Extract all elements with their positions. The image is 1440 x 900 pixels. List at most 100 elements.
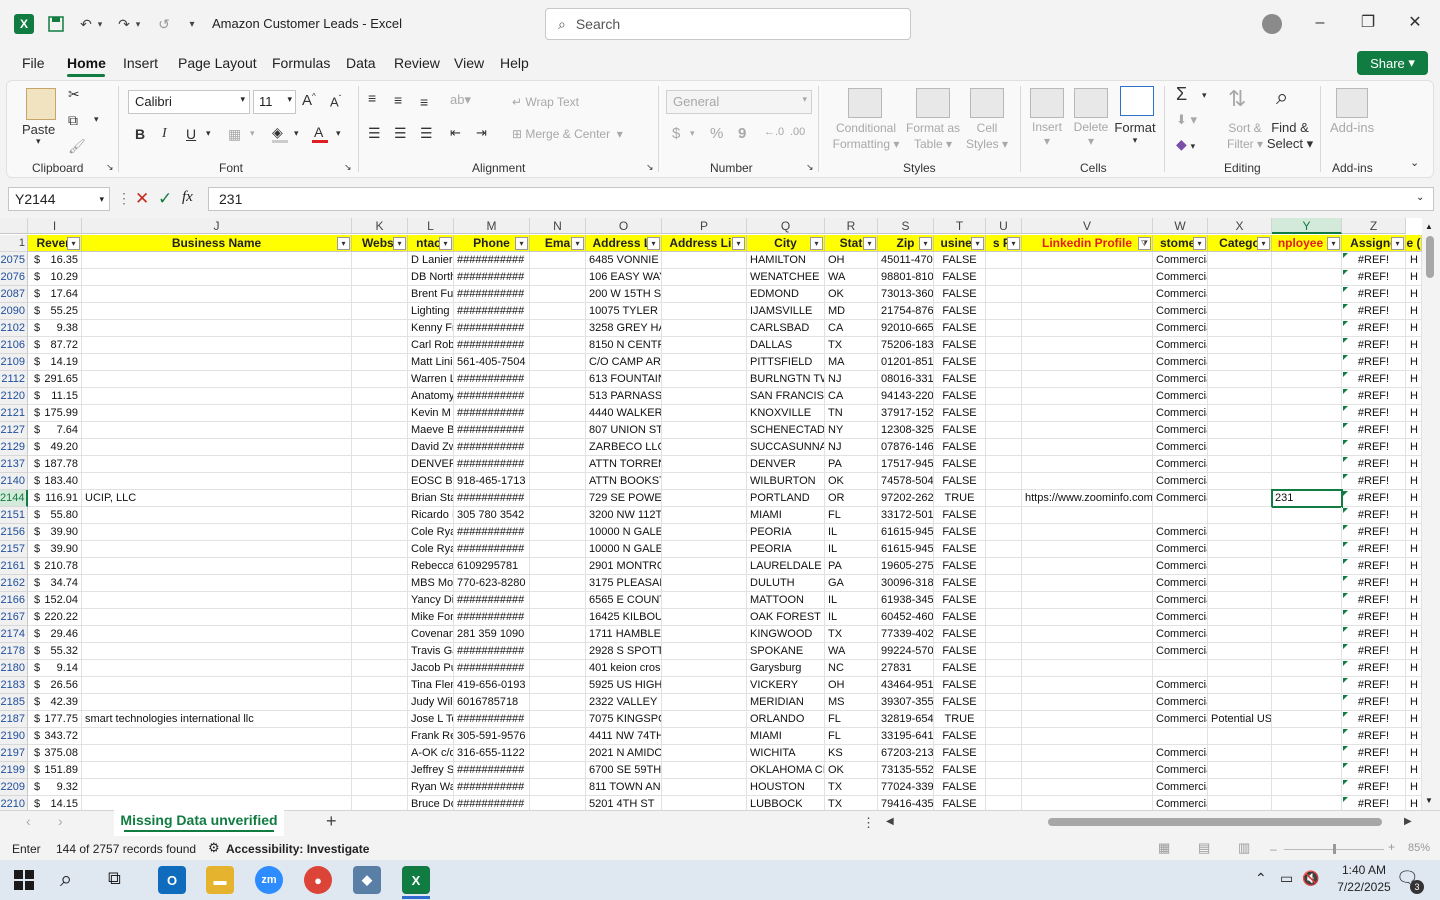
table-cell[interactable]: 6700 SE 59TH ST bbox=[586, 762, 662, 779]
table-cell[interactable] bbox=[1022, 286, 1153, 303]
table-cell[interactable] bbox=[662, 609, 747, 626]
table-cell[interactable]: #REF! bbox=[1342, 762, 1406, 779]
table-cell[interactable] bbox=[986, 354, 1022, 371]
table-cell[interactable] bbox=[986, 371, 1022, 388]
table-cell[interactable] bbox=[1022, 524, 1153, 541]
table-cell[interactable] bbox=[986, 439, 1022, 456]
table-cell[interactable]: #REF! bbox=[1342, 303, 1406, 320]
table-cell[interactable] bbox=[82, 286, 352, 303]
table-cell[interactable]: 6565 E COUNTY ROAD 1000N bbox=[586, 592, 662, 609]
table-cell[interactable]: Tina Flem bbox=[408, 677, 454, 694]
table-cell[interactable]: Matt Linic bbox=[408, 354, 454, 371]
table-cell[interactable] bbox=[352, 779, 408, 796]
table-cell[interactable] bbox=[662, 558, 747, 575]
table-cell[interactable]: TX bbox=[825, 337, 878, 354]
zoom-out-icon[interactable]: – bbox=[1270, 842, 1277, 856]
table-cell[interactable]: CA bbox=[825, 320, 878, 337]
table-cell[interactable]: 08016-3318 bbox=[878, 371, 934, 388]
table-cell[interactable]: HAMILTON bbox=[747, 252, 825, 269]
table-cell[interactable]: Commercial bbox=[1153, 796, 1208, 810]
number-launcher-icon[interactable]: ↘ bbox=[806, 162, 814, 173]
table-cell[interactable]: TRUE bbox=[934, 490, 986, 507]
table-cell[interactable]: FALSE bbox=[934, 796, 986, 810]
table-cell[interactable]: Commercial bbox=[1153, 609, 1208, 626]
table-cell[interactable] bbox=[82, 337, 352, 354]
align-center-icon[interactable]: ☰ bbox=[394, 125, 407, 142]
table-cell[interactable]: LUBBOCK bbox=[747, 796, 825, 810]
table-cell[interactable]: OK bbox=[825, 473, 878, 490]
table-cell[interactable] bbox=[986, 711, 1022, 728]
paste-button[interactable]: Paste bbox=[22, 122, 55, 137]
table-cell[interactable]: ########### bbox=[454, 269, 530, 286]
table-cell[interactable] bbox=[1208, 558, 1272, 575]
table-cell[interactable]: Kenny Fra bbox=[408, 320, 454, 337]
table-cell[interactable] bbox=[352, 677, 408, 694]
table-cell[interactable]: H bbox=[1406, 371, 1422, 388]
table-cell[interactable] bbox=[1022, 609, 1153, 626]
table-cell[interactable] bbox=[352, 643, 408, 660]
table-cell[interactable]: MIAMI bbox=[747, 507, 825, 524]
table-cell[interactable]: Travis Ga bbox=[408, 643, 454, 660]
table-cell[interactable]: H bbox=[1406, 320, 1422, 337]
table-cell[interactable]: H bbox=[1406, 592, 1422, 609]
insert-cells-button[interactable]: Insert ▾ bbox=[1030, 120, 1064, 148]
table-cell[interactable]: Cole Ryar bbox=[408, 524, 454, 541]
table-cell[interactable]: 33172-5011 bbox=[878, 507, 934, 524]
row-header[interactable]: 2210 bbox=[0, 796, 28, 810]
sort-filter-button[interactable]: Sort & Filter ▾ bbox=[1222, 120, 1268, 152]
table-cell[interactable] bbox=[82, 626, 352, 643]
table-cell[interactable] bbox=[82, 388, 352, 405]
table-cell[interactable] bbox=[986, 796, 1022, 810]
row-header[interactable]: 2190 bbox=[0, 728, 28, 745]
table-cell[interactable]: PA bbox=[825, 456, 878, 473]
show-hidden-icons-icon[interactable]: ⌃ bbox=[1255, 870, 1267, 887]
table-cell[interactable]: FL bbox=[825, 711, 878, 728]
currency-dropdown-icon[interactable]: ▾ bbox=[690, 128, 695, 139]
table-cell[interactable]: #REF! bbox=[1342, 694, 1406, 711]
filter-dropdown-icon[interactable]: ▾ bbox=[1327, 237, 1340, 250]
table-cell[interactable]: Carl Robe bbox=[408, 337, 454, 354]
table-cell[interactable]: Commercial bbox=[1153, 303, 1208, 320]
table-cell[interactable] bbox=[986, 337, 1022, 354]
table-cell[interactable]: H bbox=[1406, 694, 1422, 711]
table-cell[interactable]: #REF! bbox=[1342, 439, 1406, 456]
table-cell[interactable]: MA bbox=[825, 354, 878, 371]
number-format-select[interactable]: General ▾ bbox=[666, 90, 812, 114]
table-cell[interactable] bbox=[352, 490, 408, 507]
format-cells-button[interactable]: Format ▾ bbox=[1114, 120, 1156, 146]
table-cell[interactable] bbox=[1272, 456, 1342, 473]
italic-button[interactable]: I bbox=[162, 126, 167, 142]
autosum-button[interactable]: Σ bbox=[1176, 84, 1187, 105]
spreadsheet-grid[interactable]: I J K L M N O P Q R S T U V W X Y Z 1 Reven ▾ Business Name ▾ W… bbox=[0, 218, 1440, 810]
table-cell[interactable] bbox=[1208, 796, 1272, 810]
filter-dropdown-icon[interactable]: ▾ bbox=[1007, 237, 1020, 250]
table-cell[interactable]: FALSE bbox=[934, 728, 986, 745]
table-cell[interactable]: ########### bbox=[454, 711, 530, 728]
outlook-app-icon[interactable]: O bbox=[158, 866, 186, 894]
scroll-up-icon[interactable]: ▲ bbox=[1425, 222, 1433, 231]
table-cell[interactable]: 6485 VONNIE VALE CT bbox=[586, 252, 662, 269]
table-cell[interactable] bbox=[82, 592, 352, 609]
table-cell[interactable] bbox=[986, 303, 1022, 320]
accessibility-status[interactable]: Accessibility: Investigate bbox=[226, 842, 369, 856]
table-cell[interactable]: H bbox=[1406, 337, 1422, 354]
tab-data[interactable]: Data bbox=[346, 55, 376, 71]
column-header-m[interactable]: M bbox=[454, 218, 530, 234]
table-cell[interactable]: TN bbox=[825, 405, 878, 422]
table-cell[interactable] bbox=[530, 303, 586, 320]
table-cell[interactable]: #REF! bbox=[1342, 456, 1406, 473]
table-cell[interactable]: #REF! bbox=[1342, 677, 1406, 694]
table-cell[interactable] bbox=[662, 371, 747, 388]
table-cell[interactable]: 419-656-0193 bbox=[454, 677, 530, 694]
table-cell[interactable]: OR bbox=[825, 490, 878, 507]
table-cell[interactable]: 37917-1521 bbox=[878, 405, 934, 422]
clipboard-launcher-icon[interactable]: ↘ bbox=[106, 162, 114, 173]
table-cell[interactable]: #REF! bbox=[1342, 286, 1406, 303]
format-as-table-button[interactable]: Format as Table ▾ bbox=[904, 120, 962, 152]
table-cell[interactable] bbox=[352, 473, 408, 490]
table-cell[interactable] bbox=[986, 762, 1022, 779]
table-cell[interactable] bbox=[530, 507, 586, 524]
tab-page-layout[interactable]: Page Layout bbox=[178, 55, 257, 71]
table-cell[interactable]: A-OK c/o bbox=[408, 745, 454, 762]
table-cell[interactable] bbox=[82, 252, 352, 269]
